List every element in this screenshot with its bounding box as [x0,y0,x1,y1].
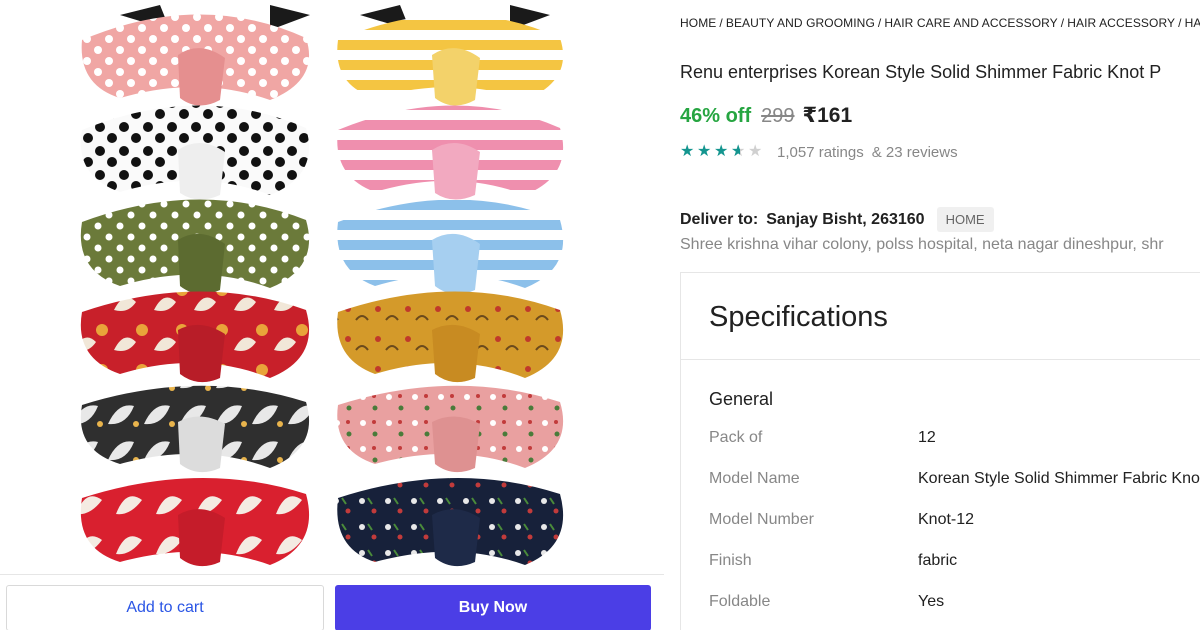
spec-value: 12 [918,429,936,446]
star-full-icon: ★ [680,143,695,160]
product-title: Renu enterprises Korean Style Solid Shim… [680,62,1162,82]
breadcrumb-hair-care[interactable]: HAIR CARE AND ACCESSORY [884,16,1057,30]
address-type-badge: HOME [936,207,994,232]
ratings-count[interactable]: 1,057 ratings [777,144,864,161]
discount-percent: 46% off [680,105,752,127]
product-details: HOME / BEAUTY AND GROOMING / HAIR CARE AND A… [680,0,1200,630]
star-empty-icon: ★ [748,143,763,160]
spec-key: Model Name [709,470,800,487]
delivery-row[interactable]: Deliver to: Sanjay Bisht, 263160 HOME [680,207,994,232]
spec-value: Yes [918,593,945,610]
buy-now-button[interactable]: Buy Now [335,585,651,630]
spec-value: fabric [918,552,958,569]
reviews-count[interactable]: & 23 reviews [872,144,958,161]
breadcrumb-separator: / [719,16,723,30]
breadcrumb-separator: / [1060,16,1065,30]
rating-stars: ★ ★ ★ ★ ★ [680,143,765,161]
breadcrumb-beauty-grooming[interactable]: BEAUTY AND GROOMING [726,16,875,30]
star-full-icon: ★ [714,143,729,160]
breadcrumb-separator: / [1178,16,1182,30]
spec-row: Finish fabric [709,552,1200,576]
spec-key: Finish [709,552,752,569]
breadcrumb-hair-accessory[interactable]: HAIR ACCESSORY [1067,16,1175,30]
spec-section-general: General [709,389,774,409]
breadcrumb-home[interactable]: HOME [680,16,716,30]
original-price: 299 [761,105,795,127]
product-page: Add to cart Buy Now HOME / BEAUTY AND GROO… [0,0,1200,630]
deliver-to-label: Deliver to: [680,210,759,228]
rating-row[interactable]: ★ ★ ★ ★ ★ 1,057 ratings & 23 reviews [680,143,958,161]
star-full-icon: ★ [697,143,712,160]
spec-key: Foldable [709,593,771,610]
add-to-cart-button[interactable]: Add to cart [6,585,324,630]
breadcrumb: HOME / BEAUTY AND GROOMING / HAIR CARE AND A… [680,16,1200,30]
price-row: 46% off 299 ₹161 [680,103,852,128]
divider [681,359,1200,360]
product-gallery: Add to cart Buy Now [0,0,664,630]
selling-price: ₹161 [802,104,853,127]
specifications-panel: Specifications General Pack of 12 Model … [680,272,1200,630]
spec-value: Knot-12 [918,511,975,528]
spec-row: Model Name Korean Style Solid Shimmer Fa… [709,470,1200,494]
product-image[interactable] [70,0,580,572]
spec-key: Pack of [709,429,763,446]
spec-row: Foldable Yes [709,593,1200,617]
breadcrumb-separator: / [877,16,882,30]
delivery-address: Shree krishna vihar colony, polss hospit… [680,236,1164,253]
star-half-icon: ★ [731,143,748,161]
specifications-title: Specifications [709,301,888,333]
breadcrumb-hair-band[interactable]: HAIR B [1185,16,1200,30]
delivery-name-pincode[interactable]: Sanjay Bisht, 263160 [766,211,924,229]
spec-row: Pack of 12 [709,429,1200,453]
headband-stack-right [337,5,564,567]
headband-stack-left [80,5,310,567]
purchase-actions: Add to cart Buy Now [0,574,664,630]
spec-row: Model Number Knot-12 [709,511,1200,535]
spec-value: Korean Style Solid Shimmer Fabric Knot [918,470,1200,487]
spec-key: Model Number [709,511,814,528]
